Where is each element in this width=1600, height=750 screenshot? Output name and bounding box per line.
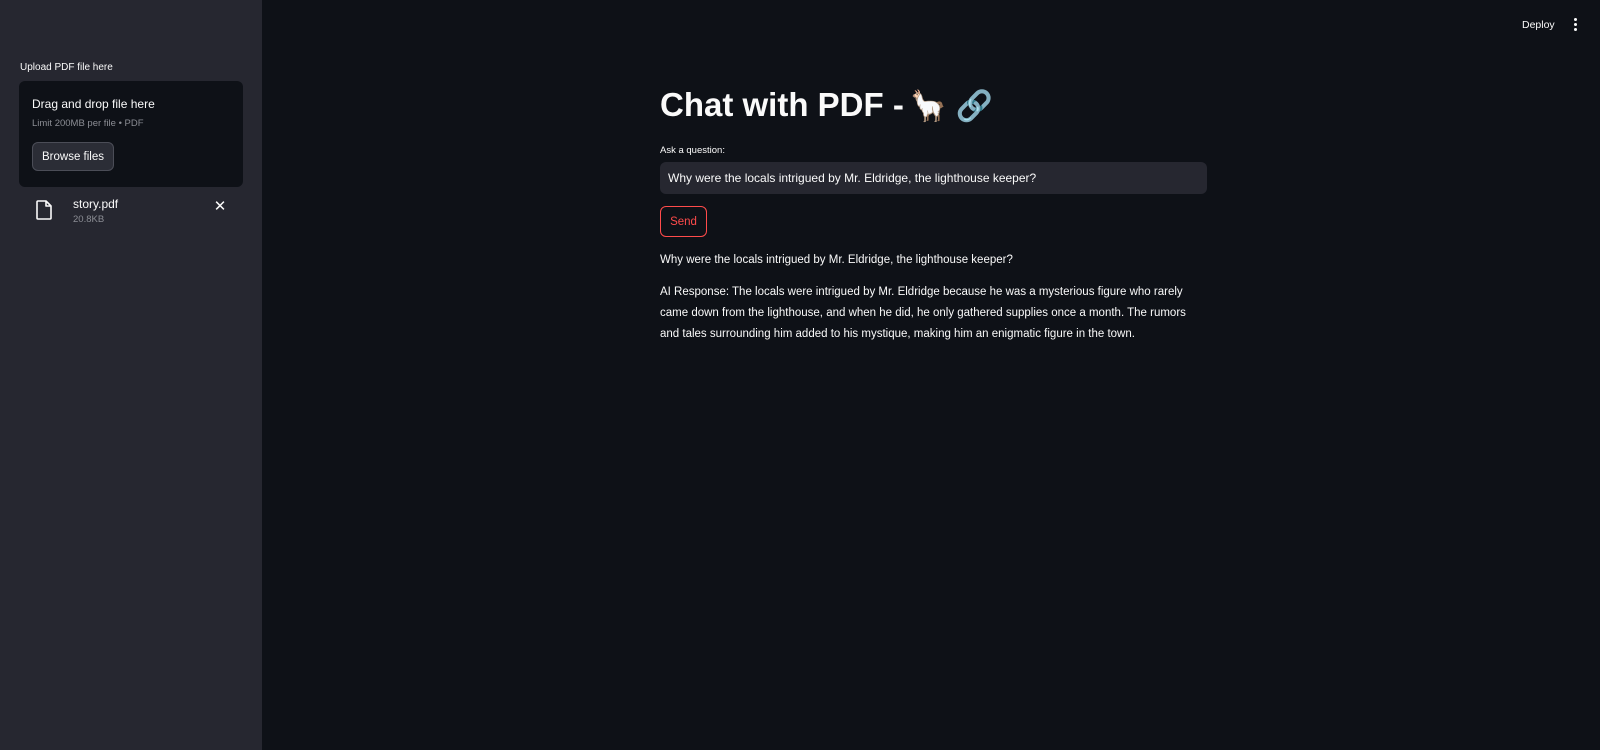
file-size: 20.8KB xyxy=(73,214,105,225)
question-echo: Why were the locals intrigued by Mr. Eld… xyxy=(660,254,1013,266)
dropzone-title: Drag and drop file here xyxy=(32,97,155,111)
upload-label: Upload PDF file here xyxy=(20,62,113,73)
page-title: Chat with PDF - 🦙 🔗 xyxy=(660,86,993,124)
file-dropzone[interactable]: Drag and drop file here Limit 200MB per … xyxy=(19,81,243,187)
title-emojis: 🦙 🔗 xyxy=(909,90,993,123)
dropzone-limit: Limit 200MB per file • PDF xyxy=(32,118,144,129)
ai-response: AI Response: The locals were intrigued b… xyxy=(660,286,1186,340)
file-name: story.pdf xyxy=(73,197,119,211)
sidebar: Upload PDF file here Drag and drop file … xyxy=(0,0,262,750)
question-input[interactable] xyxy=(660,162,1207,194)
question-label: Ask a question: xyxy=(660,145,725,156)
file-icon xyxy=(36,200,52,220)
more-vert-icon[interactable] xyxy=(1570,18,1580,32)
deploy-button[interactable]: Deploy xyxy=(1522,19,1555,31)
page-title-text: Chat with PDF - xyxy=(660,86,904,123)
close-icon[interactable]: ✕ xyxy=(213,199,227,214)
send-button[interactable]: Send xyxy=(660,206,707,237)
browse-files-button[interactable]: Browse files xyxy=(32,142,114,171)
uploaded-file-item: story.pdf 20.8KB ✕ xyxy=(36,195,236,227)
